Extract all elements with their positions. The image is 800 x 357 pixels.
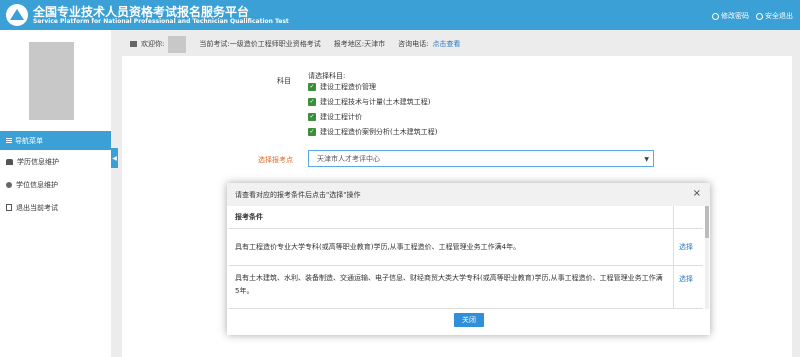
select-link[interactable]: 选择 [679,242,693,252]
checkbox-checked-icon: ✓ [308,83,316,91]
table-header: 报考条件 [229,206,703,229]
table-row: 具有工程造价专业大学专科(或高等职业教育)学历,从事工程造价、工程管理业务工作满… [229,229,703,266]
power-icon [756,12,763,20]
sidebar-item-education[interactable]: 学历信息维护 [0,150,111,173]
checkbox-checked-icon: ✓ [308,98,316,106]
exit-icon [6,204,12,211]
logout-label: 安全退出 [765,12,793,20]
sidebar-item-label: 学位信息维护 [16,180,58,189]
modal-title: 请查看对应的报考条件后点击"选择"操作 [235,190,361,199]
region-text: 报考地区:天津市 [333,40,386,48]
logout-link[interactable]: 安全退出 [756,11,793,21]
top-header: 全国专业技术人员资格考试报名服务平台 Service Platform for … [0,0,800,30]
exam-site-select[interactable]: 天津市人才考评中心 ▼ [308,150,654,167]
table-row: 具有土木建筑、水利、装备制造、交通运输、电子信息、财经商贸大类大学专科(或高等职… [229,266,703,309]
exam-site-value: 天津市人才考评中心 [317,154,380,163]
logo [6,4,28,26]
welcome-text: 欢迎你: [141,40,165,48]
graduation-cap-icon [6,158,13,165]
condition-text: 具有土木建筑、水利、装备制造、交通运输、电子信息、财经商贸大类大学专科(或高等职… [235,274,663,295]
sidebar-collapse-button[interactable]: ◀ [111,148,118,168]
subject-label-text: 建设工程计价 [320,113,362,121]
exam-site-label: 选择报考点 [258,156,293,164]
chevron-down-icon: ▼ [644,156,649,163]
conditions-modal: 请查看对应的报考条件后点击"选择"操作 × 报考条件 具有工程造价专业大学专科(… [227,183,710,335]
nav-menu-title: 导航菜单 [15,136,43,145]
modal-header: 请查看对应的报考条件后点击"选择"操作 × [227,183,710,206]
subject-checkbox[interactable]: ✓ 建设工程造价管理 [308,82,376,92]
sidebar-item-label: 学历信息维护 [17,157,59,166]
close-button[interactable]: 关闭 [454,313,484,327]
subject-label: 科目 [277,77,291,85]
subject-checkbox[interactable]: ✓ 建设工程计价 [308,112,362,122]
condition-column-header: 报考条件 [235,213,263,221]
sidebar-item-degree[interactable]: 学位信息维护 [0,173,111,196]
select-link[interactable]: 选择 [679,274,693,284]
conditions-table: 报考条件 具有工程造价专业大学专科(或高等职业教育)学历,从事工程造价、工程管理… [229,206,707,309]
gear-icon [712,12,719,20]
subject-checkbox[interactable]: ✓ 建设工程技术与计量(土木建筑工程) [308,97,430,107]
hotline-label: 咨询电话: [398,40,429,48]
checkbox-checked-icon: ✓ [308,128,316,136]
condition-text: 具有工程造价专业大学专科(或高等职业教育)学历,从事工程造价、工程管理业务工作满… [235,243,521,251]
current-exam-text: 当前考试:一级造价工程师职业资格考试 [199,40,321,48]
info-bar: 欢迎你: 当前考试:一级造价工程师职业资格考试 报考地区:天津市 咨询电话: 点… [125,32,790,56]
site-subtitle: Service Platform for National Profession… [33,18,289,25]
subject-label-text: 建设工程技术与计量(土木建筑工程) [320,98,431,106]
nav-menu-header[interactable]: 导航菜单 [0,131,111,150]
sidebar: 导航菜单 学历信息维护 学位信息维护 退出当前考试 [0,30,111,357]
checkbox-checked-icon: ✓ [308,113,316,121]
change-password-label: 修改密码 [721,12,749,20]
subject-checkbox[interactable]: ✓ 建设工程造价案例分析(土木建筑工程) [308,127,437,137]
hotline-link[interactable]: 点击查看 [432,39,460,49]
sidebar-item-exit-exam[interactable]: 退出当前考试 [0,196,111,219]
subject-prompt: 请选择科目: [308,72,346,80]
subject-label-text: 建设工程造价案例分析(土木建筑工程) [320,128,438,136]
avatar [29,42,74,120]
close-icon[interactable]: × [693,188,701,199]
menu-icon [6,138,12,143]
sidebar-item-label: 退出当前考试 [16,203,58,212]
school-icon [6,181,12,188]
subject-label-text: 建设工程造价管理 [320,83,376,91]
bank-icon [130,41,137,47]
modal-scrollbar[interactable] [705,206,709,309]
change-password-link[interactable]: 修改密码 [712,11,749,21]
scrollbar-thumb[interactable] [705,206,709,238]
user-name-redacted [168,35,187,53]
logo-mark [10,9,24,20]
